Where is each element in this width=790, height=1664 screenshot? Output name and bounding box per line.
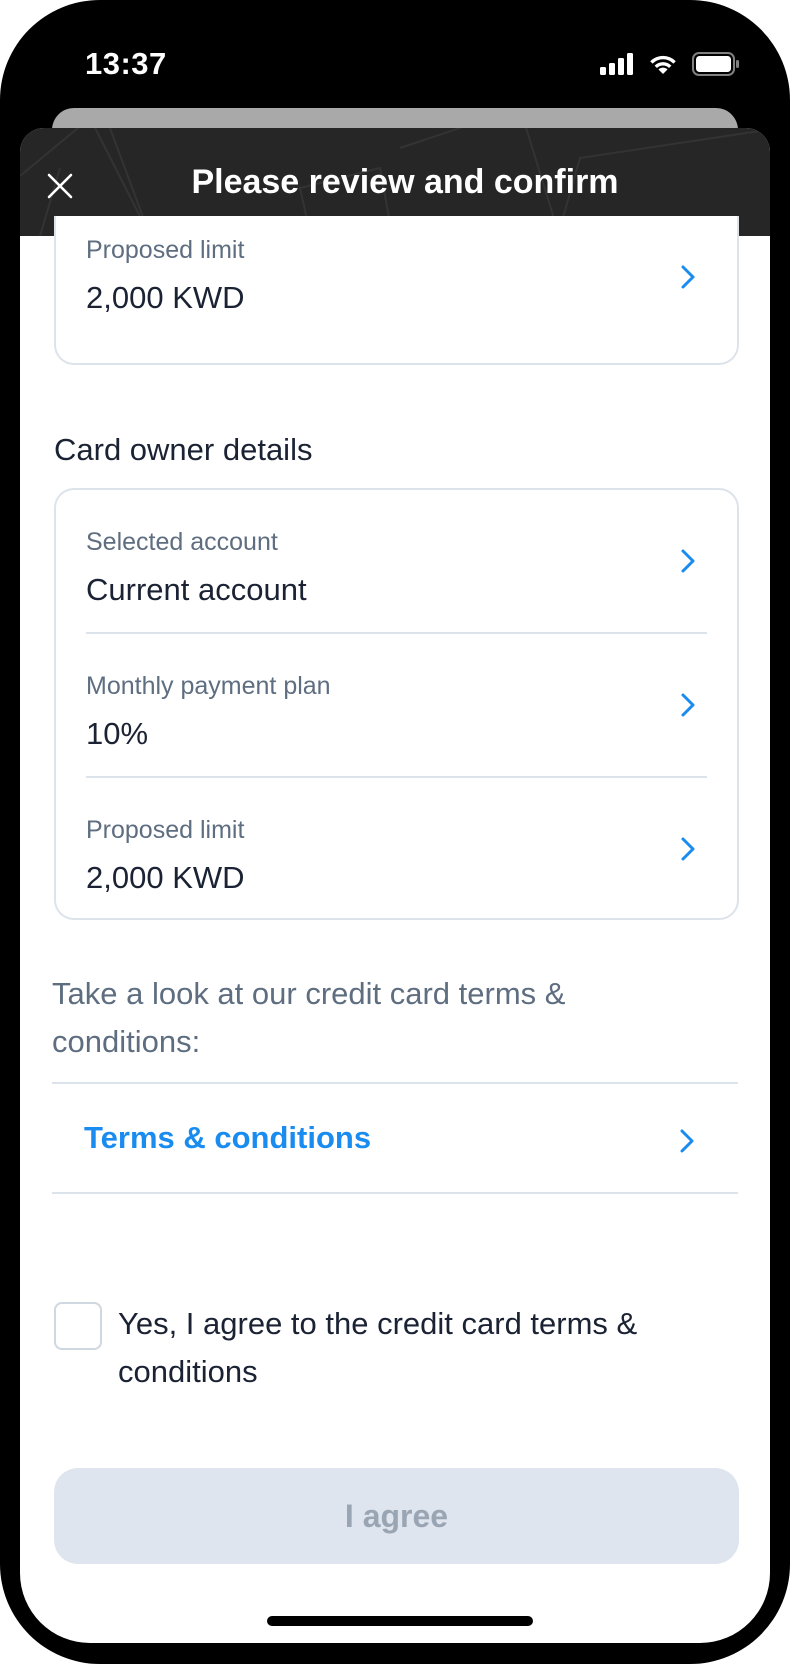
row-label: Proposed limit — [86, 236, 245, 264]
monthly-payment-plan-row[interactable]: Monthly payment plan 10% — [56, 634, 737, 778]
proposed-limit-row[interactable]: Proposed limit 2,000 KWD — [56, 778, 737, 922]
chevron-right-icon — [681, 693, 695, 717]
row-value: 10% — [86, 716, 149, 751]
chevron-right-icon — [681, 265, 695, 289]
home-indicator — [267, 1616, 533, 1626]
battery-icon — [692, 52, 739, 76]
row-value: 2,000 KWD — [86, 860, 245, 895]
chevron-right-icon — [681, 549, 695, 573]
summary-card: Proposed limit 2,000 KWD — [54, 216, 739, 365]
proposed-limit-row[interactable]: Proposed limit 2,000 KWD — [56, 216, 737, 365]
agree-checkbox-label: Yes, I agree to the credit card terms & … — [118, 1306, 638, 1389]
chevron-right-icon — [681, 837, 695, 861]
review-sheet: Please review and confirm Proposed limit… — [20, 128, 770, 1643]
status-icons — [600, 52, 740, 76]
terms-intro-text: Take a look at our credit card terms & c… — [52, 976, 566, 1059]
terms-and-conditions-link[interactable]: Terms & conditions — [52, 1082, 738, 1194]
card-owner-card: Selected account Current account Monthly… — [54, 488, 739, 920]
row-label: Proposed limit — [86, 816, 245, 844]
row-label: Selected account — [86, 528, 278, 556]
row-value: Current account — [86, 572, 307, 607]
close-icon — [47, 173, 73, 199]
i-agree-button[interactable]: I agree — [54, 1468, 739, 1564]
terms-link-label: Terms & conditions — [84, 1120, 372, 1155]
phone-frame: 13:37 Please review and confirm Proposed… — [0, 0, 790, 1664]
section-title-card-owner: Card owner details — [54, 432, 313, 467]
status-time: 13:37 — [85, 46, 167, 81]
wifi-icon — [650, 55, 676, 74]
row-label: Monthly payment plan — [86, 672, 331, 700]
agree-checkbox[interactable] — [54, 1302, 102, 1350]
chevron-right-icon — [680, 1129, 694, 1153]
close-button[interactable] — [40, 166, 80, 206]
row-value: 2,000 KWD — [86, 280, 245, 315]
selected-account-row[interactable]: Selected account Current account — [56, 490, 737, 634]
cellular-signal-icon — [600, 53, 633, 75]
